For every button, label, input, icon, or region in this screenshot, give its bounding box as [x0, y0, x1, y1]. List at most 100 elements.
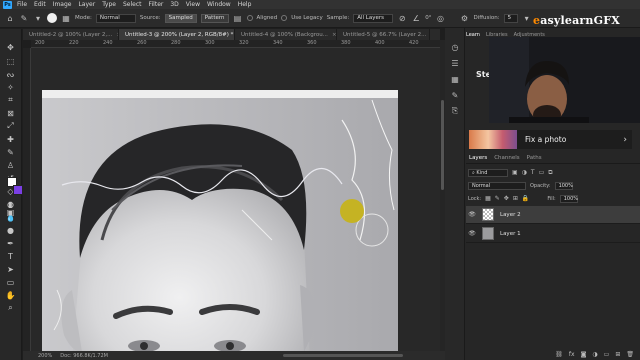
rectangle-tool-icon[interactable]: ▭ — [4, 277, 17, 287]
type-tool-icon[interactable]: T — [4, 251, 17, 261]
kind-filter-select[interactable]: ⌕ Kind — [468, 168, 508, 177]
angle-value[interactable]: 0° — [425, 15, 431, 21]
link-layers-icon[interactable]: ⛓ — [555, 351, 563, 358]
tab-learn[interactable]: Learn — [466, 32, 480, 42]
aligned-checkbox[interactable] — [246, 15, 253, 21]
lock-all-icon[interactable]: 🔒 — [522, 195, 529, 202]
lock-transparent-icon[interactable]: ▦ — [485, 195, 491, 202]
fix-a-photo-card[interactable]: Fix a photo › — [469, 130, 632, 149]
ruler-label: 200 — [35, 40, 45, 46]
adjustment-layer-icon[interactable]: ◑ — [592, 351, 597, 358]
document-canvas[interactable] — [31, 48, 440, 351]
pattern-picker-icon[interactable]: ▤ — [233, 13, 243, 23]
doc-tab-2[interactable]: Untitled-3 @ 200% (Layer 2, RGB/8#) *× — [119, 29, 235, 40]
screen-mode-icon[interactable]: ▣ — [4, 207, 17, 217]
menu-edit[interactable]: Edit — [34, 1, 46, 8]
opacity-input[interactable]: 100% — [554, 181, 573, 190]
properties-icon[interactable]: ☰ — [450, 58, 460, 68]
blend-mode-select[interactable]: Normal — [468, 181, 526, 190]
settings-icon[interactable]: ⚙ — [459, 13, 469, 23]
eyedropper-tool-icon[interactable]: ⤢ — [4, 121, 17, 131]
doc-tab-3[interactable]: Untitled-4 @ 100% (Backgrou... × — [235, 29, 337, 40]
sample-select[interactable]: All Layers — [353, 13, 394, 23]
fill-input[interactable]: 100% — [559, 194, 578, 203]
type-filter-icon[interactable]: T — [531, 169, 535, 176]
menu-select[interactable]: Select — [123, 1, 142, 8]
brush-tool-icon[interactable]: ✎ — [4, 147, 17, 157]
lock-artboard-icon[interactable]: ⊞ — [513, 195, 518, 202]
chevron-down-icon[interactable]: ▾ — [33, 13, 43, 23]
layer-row-layer-2[interactable]: 👁 Layer 2 — [466, 206, 640, 224]
horizontal-scrollbar[interactable] — [283, 354, 403, 357]
menu-help[interactable]: Help — [238, 1, 252, 8]
healing-brush-icon[interactable]: ✎ — [19, 13, 29, 23]
smart-object-filter-icon[interactable]: ⧉ — [548, 169, 552, 177]
dodge-tool-icon[interactable]: ● — [4, 225, 17, 235]
close-icon[interactable]: × — [332, 32, 336, 38]
chevron-right-icon[interactable]: › — [623, 135, 627, 145]
source-sampled-button[interactable]: Sampled — [164, 13, 197, 23]
marquee-tool-icon[interactable]: ⬚ — [4, 56, 17, 66]
hand-tool-icon[interactable]: ✋ — [4, 290, 17, 300]
shape-filter-icon[interactable]: ▭ — [539, 169, 545, 176]
diffusion-input[interactable]: 5 — [503, 13, 518, 23]
doc-tab-4[interactable]: Untitled-5 @ 66.7% (Layer 2...× — [337, 29, 430, 40]
menu-file[interactable]: File — [17, 1, 27, 8]
new-group-icon[interactable]: ▭ — [604, 351, 610, 358]
tab-channels[interactable]: Channels — [494, 155, 519, 161]
menu-type[interactable]: Type — [102, 1, 116, 8]
swatches-icon[interactable]: ▦ — [450, 74, 460, 84]
pixel-filter-icon[interactable]: ▣ — [512, 169, 518, 176]
brush-preset-picker[interactable] — [47, 13, 57, 23]
healing-tool-icon[interactable]: ✚ — [4, 134, 17, 144]
use-legacy-checkbox[interactable] — [281, 15, 288, 21]
home-icon[interactable]: ⌂ — [5, 13, 15, 23]
zoom-level[interactable]: 200% — [38, 353, 52, 359]
menu-view[interactable]: View — [186, 1, 200, 8]
adjustment-filter-icon[interactable]: ◑ — [522, 169, 527, 176]
lock-image-icon[interactable]: ✎ — [495, 195, 500, 202]
status-bar: 200% Doc: 966.8K/1.72M — [23, 351, 445, 360]
lock-fill-row: Lock: ▦ ✎ ✥ ⊞ 🔒 Fill: 100% — [468, 194, 578, 203]
menu-3d[interactable]: 3D — [170, 1, 178, 8]
old-portrait-photo[interactable] — [42, 90, 398, 351]
layer-name[interactable]: Layer 1 — [500, 231, 521, 237]
source-pattern-button[interactable]: Pattern — [200, 13, 229, 23]
scrollbar-thumb[interactable] — [441, 100, 444, 190]
visibility-eye-icon[interactable]: 👁 — [466, 230, 478, 237]
layer-style-icon[interactable]: fx — [569, 351, 575, 358]
clone-stamp-tool-icon[interactable]: ♙ — [4, 160, 17, 170]
history-icon[interactable]: ◷ — [450, 42, 460, 52]
doc-tab-1[interactable]: Untitled-2 @ 100% (Layer 2,...× — [23, 29, 119, 40]
visibility-eye-icon[interactable]: 👁 — [466, 211, 478, 218]
tab-paths[interactable]: Paths — [527, 155, 542, 161]
trash-icon[interactable]: 🗑 — [626, 351, 634, 358]
clone-source-icon[interactable]: ⎘ — [450, 106, 460, 116]
mode-select[interactable]: Normal — [95, 13, 136, 23]
add-mask-icon[interactable]: ◙ — [581, 351, 587, 358]
frame-tool-icon[interactable]: ⊠ — [4, 108, 17, 118]
menu-image[interactable]: Image — [53, 1, 72, 8]
tab-layers[interactable]: Layers — [469, 155, 487, 161]
new-layer-icon[interactable]: ⊞ — [615, 351, 620, 358]
crop-tool-icon[interactable]: ⌗ — [4, 95, 17, 105]
lock-position-icon[interactable]: ✥ — [504, 195, 509, 202]
menu-filter[interactable]: Filter — [149, 1, 164, 8]
background-color-swatch[interactable] — [13, 185, 23, 195]
lasso-tool-icon[interactable]: ᔓ — [4, 69, 17, 79]
menu-window[interactable]: Window — [207, 1, 231, 8]
move-tool-icon[interactable]: ✥ — [4, 42, 17, 52]
search-icon: ⌕ — [472, 169, 475, 176]
layer-name[interactable]: Layer 2 — [500, 212, 521, 218]
path-selection-tool-icon[interactable]: ➤ — [4, 264, 17, 274]
brush-icon[interactable]: ✎ — [450, 90, 460, 100]
quick-select-tool-icon[interactable]: ✧ — [4, 82, 17, 92]
menu-layer[interactable]: Layer — [78, 1, 95, 8]
zoom-tool-icon[interactable]: ⌕ — [4, 303, 17, 313]
brush-settings-icon[interactable]: ▦ — [61, 13, 71, 23]
pen-tool-icon[interactable]: ✒ — [4, 238, 17, 248]
chevron-down-icon[interactable]: ▾ — [522, 13, 532, 23]
layer-row-layer-1[interactable]: 👁 Layer 1 — [466, 225, 640, 243]
pressure-size-icon[interactable]: ◎ — [435, 13, 445, 23]
ignore-adjustment-layers-icon[interactable]: ⊘ — [397, 13, 407, 23]
